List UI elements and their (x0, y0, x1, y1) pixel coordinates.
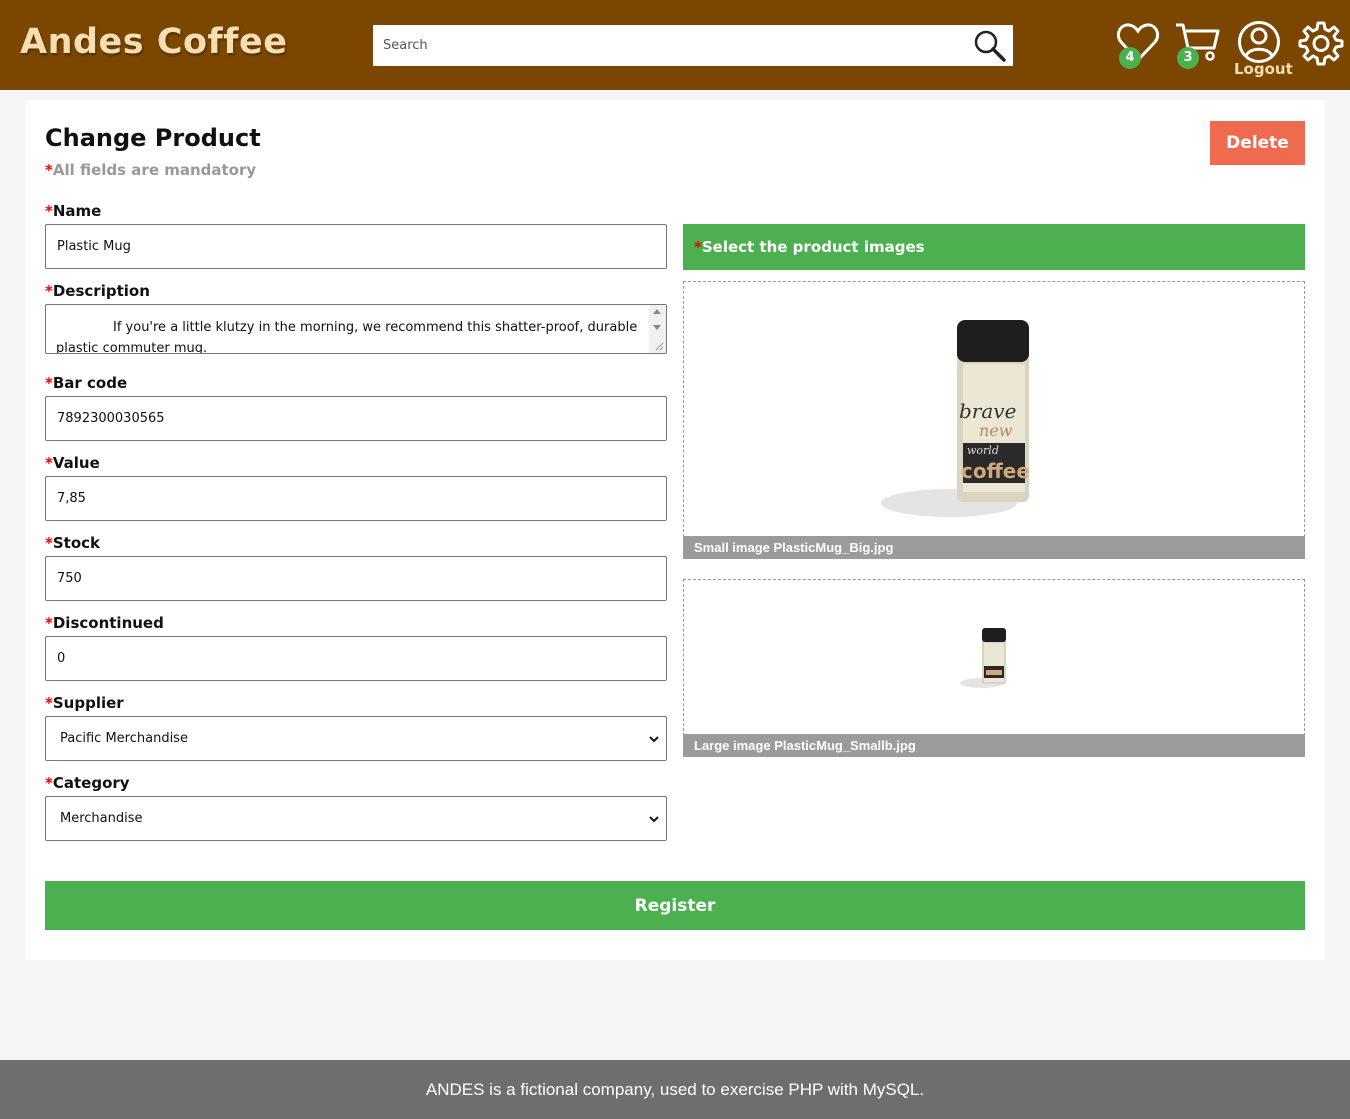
logout-link[interactable]: Logout (1234, 60, 1293, 78)
image-section-header: *Select the product images (683, 224, 1305, 270)
large-image-dropzone[interactable] (683, 579, 1305, 736)
scroll-down-arrow-icon[interactable] (653, 325, 661, 330)
scroll-up-arrow-icon[interactable] (653, 309, 661, 314)
search-icon[interactable] (973, 29, 1007, 63)
search-bar (373, 25, 1013, 66)
supplier-select[interactable]: Pacific Merchandise (45, 716, 667, 761)
svg-text:new: new (979, 421, 1013, 440)
barcode-field[interactable] (45, 396, 667, 441)
category-label: *Category (45, 774, 130, 792)
value-label: *Value (45, 454, 100, 472)
discontinued-field[interactable] (45, 636, 667, 681)
description-textarea[interactable]: If you're a little klutzy in the morning… (45, 304, 667, 354)
name-field[interactable] (45, 224, 667, 269)
value-field[interactable] (45, 476, 667, 521)
supplier-selected-value: Pacific Merchandise (60, 731, 188, 746)
product-image-large-slot (960, 628, 1006, 688)
settings-gear-icon[interactable] (1298, 20, 1344, 66)
small-image-caption: Small image PlasticMug_Big.jpg (683, 536, 1305, 559)
name-label: *Name (45, 202, 102, 220)
stock-field[interactable] (45, 556, 667, 601)
category-select[interactable]: Merchandise (45, 796, 667, 841)
barcode-label: *Bar code (45, 374, 128, 392)
footer-note: ANDES is a fictional company, used to ex… (0, 1060, 1350, 1119)
cart-count-badge: 3 (1177, 47, 1199, 69)
supplier-label: *Supplier (45, 694, 124, 712)
small-image-dropzone[interactable]: brave new world coffee (683, 281, 1305, 537)
svg-text:world: world (967, 444, 999, 457)
required-star: * (45, 161, 53, 179)
register-button[interactable]: Register (45, 881, 1305, 930)
large-image-caption: Large image PlasticMug_Smallb.jpg (683, 734, 1305, 757)
stock-label: *Stock (45, 534, 101, 552)
brand-logo[interactable]: Andes Coffee (20, 22, 287, 62)
delete-button[interactable]: Delete (1210, 121, 1305, 165)
product-image-small-slot: brave new world coffee (881, 320, 1030, 517)
chevron-down-icon (649, 816, 659, 823)
discontinued-label: *Discontinued (45, 614, 164, 632)
svg-text:coffee: coffee (961, 459, 1030, 483)
chevron-down-icon (649, 736, 659, 743)
svg-text:brave: brave (959, 399, 1016, 423)
description-text: If you're a little klutzy in the morning… (56, 320, 638, 354)
description-label: *Description (45, 282, 150, 300)
top-header: Andes Coffee 4 3 Logout (0, 0, 1350, 90)
user-account-icon[interactable] (1237, 20, 1281, 64)
category-selected-value: Merchandise (60, 811, 143, 826)
search-input[interactable] (373, 25, 963, 66)
resize-grip-icon[interactable] (654, 341, 664, 351)
mandatory-note: *All fields are mandatory (45, 161, 256, 179)
page-title: Change Product (45, 124, 261, 152)
wishlist-count-badge: 4 (1119, 47, 1141, 69)
mandatory-note-text: All fields are mandatory (52, 161, 257, 179)
